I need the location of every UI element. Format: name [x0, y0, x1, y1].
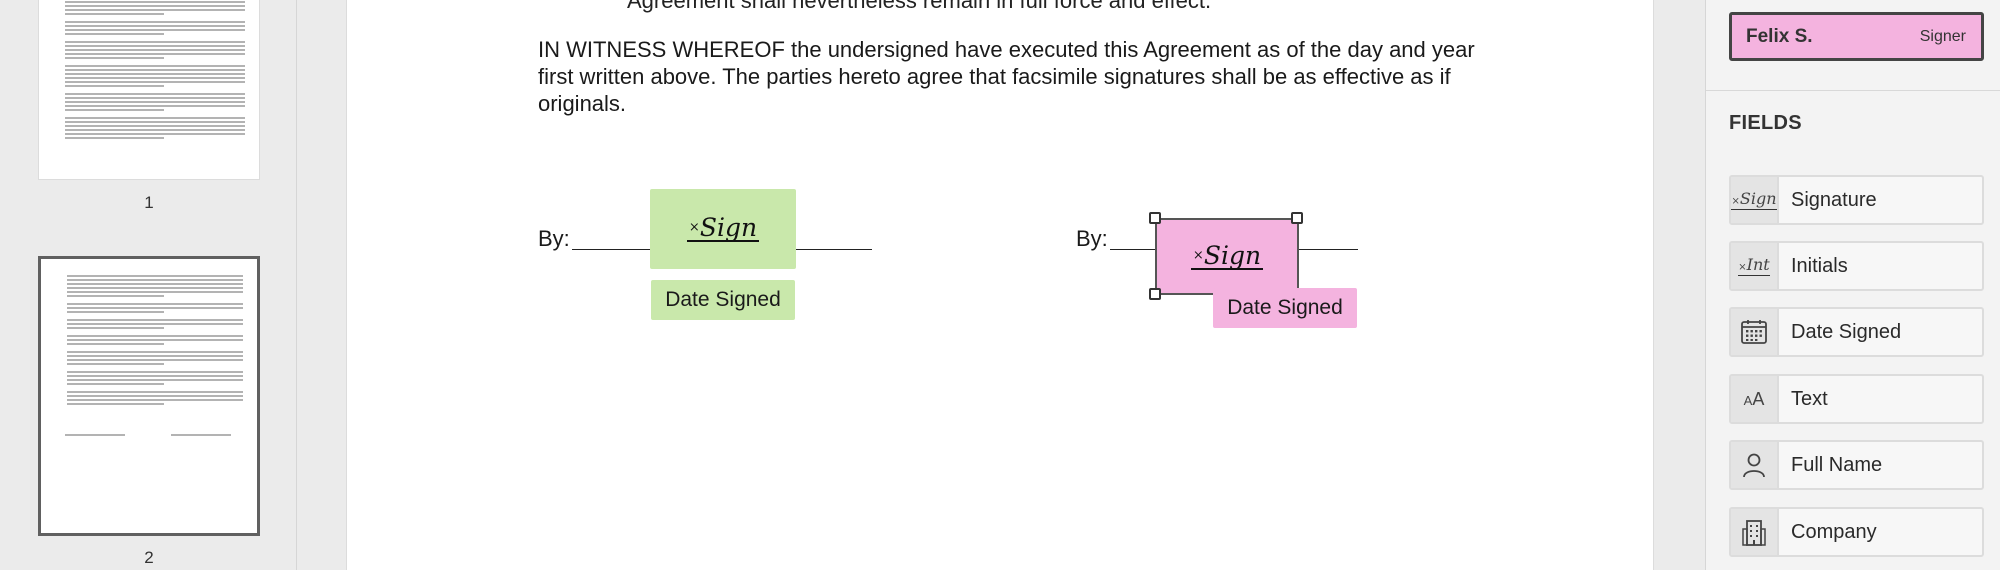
- fields-panel: Felix S. Signer FIELDS ×Sign Signature ×…: [1705, 0, 2000, 570]
- date-signed-field-signer-a[interactable]: Date Signed: [651, 280, 795, 320]
- field-label: Signature: [1791, 188, 1877, 211]
- signature-mark: ×Sign: [1190, 240, 1264, 270]
- text-icon: AA: [1731, 376, 1779, 422]
- field-company-button[interactable]: Company: [1729, 507, 1984, 557]
- resize-handle-top-right[interactable]: [1291, 212, 1303, 224]
- date-signed-field-signer-b[interactable]: Date Signed: [1213, 288, 1357, 328]
- field-full-name-button[interactable]: Full Name: [1729, 440, 1984, 490]
- building-icon: [1731, 509, 1779, 555]
- field-label: Date Signed: [1791, 320, 1902, 343]
- field-label: Initials: [1791, 254, 1848, 277]
- signer-role: Signer: [1919, 27, 1966, 45]
- page-thumbnail-1[interactable]: [38, 0, 260, 180]
- signature-icon: ×Sign: [1731, 177, 1779, 223]
- field-label: Full Name: [1791, 453, 1883, 476]
- field-initials-button[interactable]: ×Int Initials: [1729, 241, 1984, 291]
- document-viewer: Agreement shall nevertheless remain in f…: [298, 0, 1705, 570]
- field-label: Company: [1791, 520, 1877, 543]
- document-page: Agreement shall nevertheless remain in f…: [346, 0, 1654, 570]
- by-label-right: By:: [1076, 226, 1108, 251]
- signature-field-selected[interactable]: ×Sign: [1155, 218, 1299, 295]
- by-label-left: By:: [538, 226, 570, 251]
- person-icon: [1731, 442, 1779, 488]
- signature-mark: ×Sign: [686, 213, 760, 242]
- clipped-paragraph: Agreement shall nevertheless remain in f…: [627, 0, 1212, 13]
- resize-handle-top-left[interactable]: [1149, 212, 1161, 224]
- field-date-signed-button[interactable]: Date Signed: [1729, 307, 1984, 357]
- panel-divider: [1706, 90, 2000, 91]
- calendar-icon: [1731, 309, 1779, 355]
- witness-paragraph: IN WITNESS WHEREOF the undersigned have …: [538, 37, 1475, 116]
- page-thumbnail-2[interactable]: [38, 256, 260, 536]
- page-number-2: 2: [144, 548, 154, 567]
- page-thumbnail-sidebar: 1 2: [0, 0, 297, 570]
- fields-heading: FIELDS: [1729, 112, 1802, 134]
- signature-field-signer-a[interactable]: ×Sign: [650, 189, 796, 269]
- signer-name: Felix S.: [1746, 25, 1813, 47]
- initials-icon: ×Int: [1731, 243, 1779, 289]
- field-text-button[interactable]: AA Text: [1729, 374, 1984, 424]
- resize-handle-bottom-left[interactable]: [1149, 288, 1161, 300]
- field-label: Text: [1791, 387, 1828, 410]
- page-number-1: 1: [144, 193, 154, 212]
- signer-selector[interactable]: Felix S. Signer: [1729, 12, 1984, 61]
- field-signature-button[interactable]: ×Sign Signature: [1729, 175, 1984, 225]
